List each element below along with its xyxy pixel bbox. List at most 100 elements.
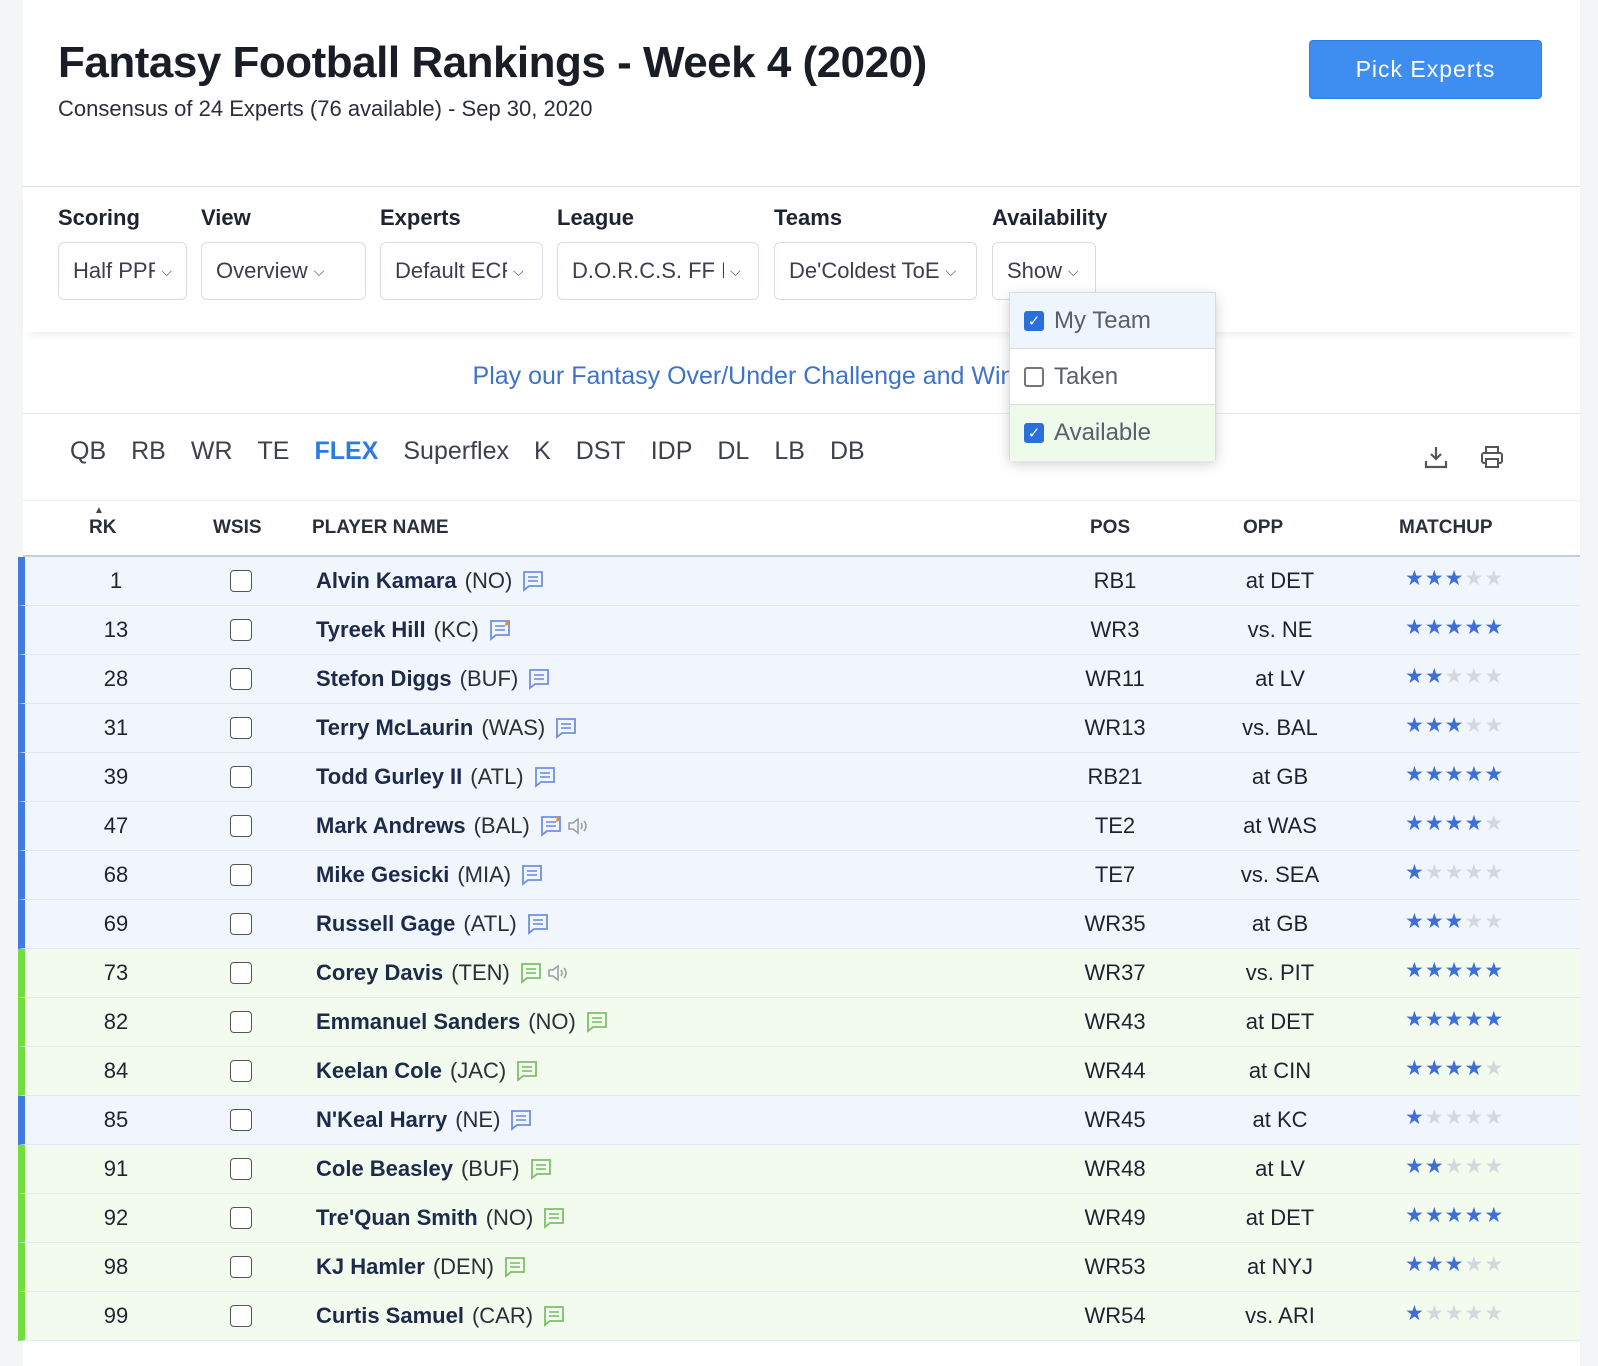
table-row[interactable]: 85 N'Keal Harry (NE) WR45 at KC ★★★★★ xyxy=(18,1096,1580,1145)
column-header-pos[interactable]: POS xyxy=(1090,517,1130,539)
tab-db[interactable]: DB xyxy=(830,437,865,477)
teams-select[interactable]: De'Coldest ToE ⌵ xyxy=(774,242,977,300)
player-name-link[interactable]: Mike Gesicki xyxy=(316,862,449,888)
player-name-link[interactable]: Tre'Quan Smith xyxy=(316,1205,478,1231)
column-header-matchup[interactable]: MATCHUP xyxy=(1399,517,1493,539)
wsis-checkbox[interactable] xyxy=(230,1207,252,1229)
player-name-link[interactable]: Corey Davis xyxy=(316,960,443,986)
note-icon[interactable] xyxy=(522,570,546,592)
note-icon[interactable] xyxy=(543,1207,567,1229)
wsis-checkbox[interactable] xyxy=(230,1060,252,1082)
table-row[interactable]: 13 Tyreek Hill (KC) WR3 vs. NE ★★★★★ xyxy=(18,606,1580,655)
player-name-link[interactable]: KJ Hamler xyxy=(316,1254,425,1280)
wsis-checkbox[interactable] xyxy=(230,1011,252,1033)
player-name-link[interactable]: Keelan Cole xyxy=(316,1058,442,1084)
promo-link[interactable]: Play our Fantasy Over/Under Challenge an… xyxy=(473,362,1015,391)
player-name-link[interactable]: Terry McLaurin xyxy=(316,715,473,741)
table-row[interactable]: 31 Terry McLaurin (WAS) WR13 vs. BAL ★★★★★ xyxy=(18,704,1580,753)
experts-select[interactable]: Default ECR ⌵ xyxy=(380,242,543,300)
player-name-link[interactable]: Alvin Kamara xyxy=(316,568,457,594)
player-name-link[interactable]: Todd Gurley II xyxy=(316,764,462,790)
player-name-link[interactable]: Tyreek Hill xyxy=(316,617,426,643)
note-icon[interactable] xyxy=(516,1060,540,1082)
player-name-link[interactable]: Mark Andrews xyxy=(316,813,466,839)
wsis-checkbox[interactable] xyxy=(230,962,252,984)
tab-te[interactable]: TE xyxy=(258,437,290,477)
note-icon[interactable] xyxy=(534,766,558,788)
table-row[interactable]: 82 Emmanuel Sanders (NO) WR43 at DET ★★★★★ xyxy=(18,998,1580,1047)
sound-icon[interactable] xyxy=(546,962,570,984)
note-icon[interactable] xyxy=(520,962,544,984)
player-name-link[interactable]: Cole Beasley xyxy=(316,1156,453,1182)
note-icon[interactable] xyxy=(527,913,551,935)
note-icon[interactable] xyxy=(530,1158,554,1180)
wsis-checkbox[interactable] xyxy=(230,1158,252,1180)
tab-idp[interactable]: IDP xyxy=(651,437,693,477)
download-icon[interactable] xyxy=(1423,444,1449,470)
new-note-icon[interactable] xyxy=(489,619,513,641)
tab-rb[interactable]: RB xyxy=(131,437,166,477)
tab-dst[interactable]: DST xyxy=(576,437,626,477)
column-header-wsis[interactable]: WSIS xyxy=(213,517,262,539)
note-icon[interactable] xyxy=(510,1109,534,1131)
sound-icon[interactable] xyxy=(566,815,590,837)
wsis-checkbox[interactable] xyxy=(230,570,252,592)
table-row[interactable]: 39 Todd Gurley II (ATL) RB21 at GB ★★★★★ xyxy=(18,753,1580,802)
checkbox[interactable] xyxy=(1024,366,1044,387)
tab-flex[interactable]: FLEX xyxy=(314,437,378,477)
note-icon[interactable] xyxy=(555,717,579,739)
column-header-opp[interactable]: OPP xyxy=(1243,517,1283,539)
note-icon[interactable] xyxy=(521,864,545,886)
column-header-player[interactable]: PLAYER NAME xyxy=(312,517,449,539)
wsis-checkbox[interactable] xyxy=(230,815,252,837)
table-row[interactable]: 68 Mike Gesicki (MIA) TE7 vs. SEA ★★★★★ xyxy=(18,851,1580,900)
availability-option-my-team[interactable]: ✓ My Team xyxy=(1010,293,1215,349)
table-row[interactable]: 28 Stefon Diggs (BUF) WR11 at LV ★★★★★ xyxy=(18,655,1580,704)
availability-option-taken[interactable]: Taken xyxy=(1010,349,1215,405)
note-icon[interactable] xyxy=(586,1011,610,1033)
player-name-link[interactable]: Stefon Diggs xyxy=(316,666,452,692)
player-name-link[interactable]: Emmanuel Sanders xyxy=(316,1009,520,1035)
table-row[interactable]: 47 Mark Andrews (BAL) TE2 at WAS ★★★★★ xyxy=(18,802,1580,851)
column-header-rk[interactable]: ▲ RK xyxy=(89,505,116,539)
player-name-link[interactable]: Russell Gage xyxy=(316,911,455,937)
checkbox[interactable]: ✓ xyxy=(1024,310,1044,331)
league-select[interactable]: D.O.R.C.S. FF League ⌵ xyxy=(557,242,759,300)
tab-lb[interactable]: LB xyxy=(774,437,805,477)
pick-experts-button[interactable]: Pick Experts xyxy=(1309,40,1542,99)
print-icon[interactable] xyxy=(1479,444,1505,470)
promo-banner[interactable]: Play our Fantasy Over/Under Challenge an… xyxy=(23,340,1580,414)
wsis-checkbox[interactable] xyxy=(230,1305,252,1327)
note-icon[interactable] xyxy=(543,1305,567,1327)
table-row[interactable]: 84 Keelan Cole (JAC) WR44 at CIN ★★★★★ xyxy=(18,1047,1580,1096)
tab-wr[interactable]: WR xyxy=(191,437,233,477)
wsis-checkbox[interactable] xyxy=(230,864,252,886)
table-row[interactable]: 99 Curtis Samuel (CAR) WR54 vs. ARI ★★★★★ xyxy=(18,1292,1580,1341)
wsis-checkbox[interactable] xyxy=(230,1109,252,1131)
player-name-link[interactable]: N'Keal Harry xyxy=(316,1107,447,1133)
wsis-checkbox[interactable] xyxy=(230,913,252,935)
wsis-checkbox[interactable] xyxy=(230,1256,252,1278)
view-select[interactable]: Overview ⌵ xyxy=(201,242,366,300)
table-row[interactable]: 92 Tre'Quan Smith (NO) WR49 at DET ★★★★★ xyxy=(18,1194,1580,1243)
table-row[interactable]: 69 Russell Gage (ATL) WR35 at GB ★★★★★ xyxy=(18,900,1580,949)
tab-qb[interactable]: QB xyxy=(70,437,106,477)
wsis-checkbox[interactable] xyxy=(230,766,252,788)
availability-option-available[interactable]: ✓ Available xyxy=(1010,405,1215,461)
table-row[interactable]: 73 Corey Davis (TEN) WR37 vs. PIT ★★★★★ xyxy=(18,949,1580,998)
tab-superflex[interactable]: Superflex xyxy=(403,437,509,477)
checkbox[interactable]: ✓ xyxy=(1024,423,1044,443)
note-icon[interactable] xyxy=(528,668,552,690)
note-icon[interactable] xyxy=(504,1256,528,1278)
table-row[interactable]: 1 Alvin Kamara (NO) RB1 at DET ★★★★★ xyxy=(18,557,1580,606)
new-note-icon[interactable] xyxy=(540,815,564,837)
table-row[interactable]: 91 Cole Beasley (BUF) WR48 at LV ★★★★★ xyxy=(18,1145,1580,1194)
tab-k[interactable]: K xyxy=(534,437,551,477)
table-row[interactable]: 98 KJ Hamler (DEN) WR53 at NYJ ★★★★★ xyxy=(18,1243,1580,1292)
scoring-select[interactable]: Half PPR ⌵ xyxy=(58,242,187,300)
wsis-checkbox[interactable] xyxy=(230,717,252,739)
tab-dl[interactable]: DL xyxy=(717,437,749,477)
wsis-checkbox[interactable] xyxy=(230,619,252,641)
player-name-link[interactable]: Curtis Samuel xyxy=(316,1303,464,1329)
wsis-checkbox[interactable] xyxy=(230,668,252,690)
